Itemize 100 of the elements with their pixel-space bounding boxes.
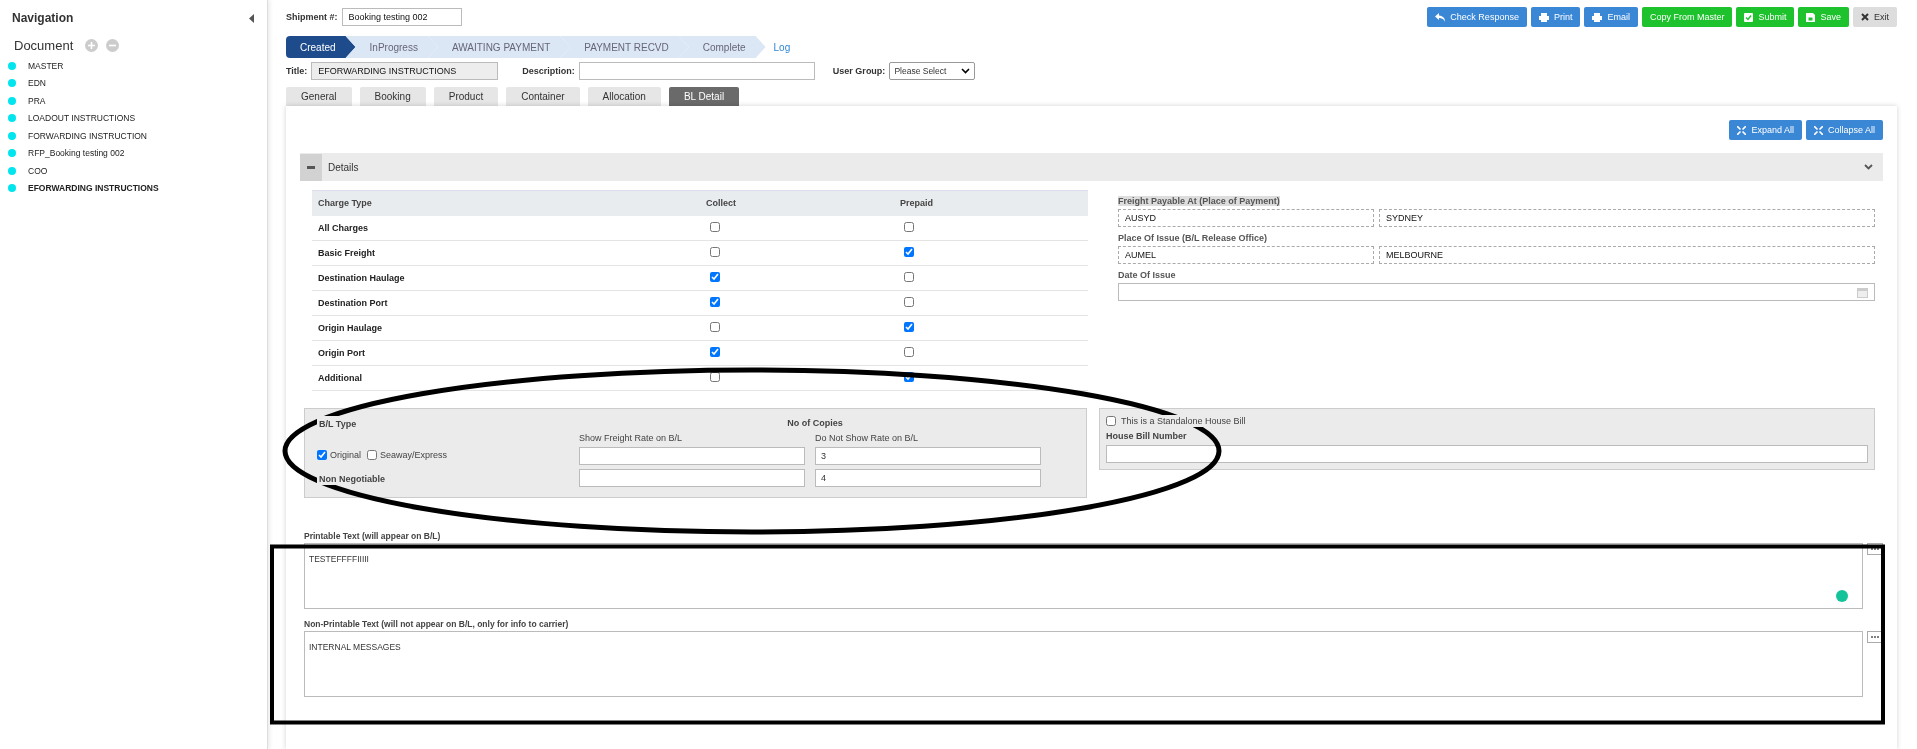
collect-checkbox[interactable] xyxy=(710,372,720,382)
sidebar-item[interactable]: PRA xyxy=(0,92,267,110)
column-label: Do Not Show Rate on B/L xyxy=(815,433,920,443)
progress-step: PAYMENT RECVD xyxy=(560,36,689,58)
checkbox-label: This is a Standalone House Bill xyxy=(1119,415,1248,427)
field-label: Freight Payable At (Place of Payment) xyxy=(1118,196,1280,206)
minus-icon[interactable] xyxy=(307,165,315,169)
option-label: Original xyxy=(330,450,361,460)
log-link[interactable]: Log xyxy=(773,41,791,53)
tab[interactable]: Product xyxy=(433,87,499,106)
user-group-label: User Group: xyxy=(832,66,886,76)
prepaid-checkbox[interactable] xyxy=(904,221,914,232)
chevron-icon[interactable] xyxy=(961,68,971,74)
section-title: Details xyxy=(328,161,360,173)
charge-type: All Charges xyxy=(318,222,368,233)
checkbox-icon xyxy=(1744,12,1754,22)
prepaid-checkbox[interactable] xyxy=(904,297,914,307)
section-title: Document xyxy=(14,38,74,53)
text-label: Non-Printable Text (will not appear on B/L, only for info to carrier) xyxy=(304,619,570,629)
tab[interactable]: BL Detail xyxy=(668,87,740,106)
column-header: Charge Type xyxy=(318,198,372,209)
column-label: Show Freight Rate on B/L xyxy=(579,433,684,443)
bl-type-label: B/L Type xyxy=(319,419,357,429)
name-field[interactable]: MELBOURNE xyxy=(1379,246,1875,264)
house-bill-label: House Bill Number xyxy=(1106,431,1188,441)
sidebar-title: Navigation xyxy=(12,11,74,25)
description-label: Description: xyxy=(522,66,575,76)
tab[interactable]: Booking xyxy=(359,87,426,106)
text-label: Printable Text (will appear on B/L) xyxy=(304,531,442,541)
title-field[interactable]: EFORWARDING INSTRUCTIONS xyxy=(311,62,499,80)
toolbar-button[interactable]: Email xyxy=(1584,7,1638,27)
bl-type-checkbox[interactable] xyxy=(367,450,377,460)
charge-type: Additional xyxy=(318,373,362,383)
panel-button[interactable]: Collapse All xyxy=(1805,120,1883,140)
prepaid-checkbox[interactable] xyxy=(904,247,914,257)
tab[interactable]: Container xyxy=(506,87,580,106)
collect-checkbox[interactable] xyxy=(710,221,720,232)
chevron-icon[interactable] xyxy=(1864,164,1873,170)
collapse-icon[interactable] xyxy=(249,13,255,23)
column-header: Prepaid xyxy=(900,198,933,209)
progress-step: AWAITING PAYMENT xyxy=(427,36,571,58)
copies-label: No of Copies xyxy=(787,418,843,428)
prepaid-checkbox[interactable] xyxy=(904,347,914,357)
name-field[interactable]: SYDNEY xyxy=(1379,209,1875,227)
printer-icon xyxy=(1592,12,1603,22)
tab[interactable]: General xyxy=(286,87,352,106)
date-field[interactable] xyxy=(1118,283,1875,301)
printer-icon xyxy=(1538,12,1549,22)
non-negotiable-label: Non Negotiable xyxy=(319,474,385,484)
text-area[interactable]: INTERNAL MESSAGES xyxy=(304,631,1863,697)
collect-checkbox[interactable] xyxy=(710,272,720,282)
shipment-label: Shipment #: xyxy=(286,12,338,22)
collect-checkbox[interactable] xyxy=(710,297,720,307)
toolbar-button[interactable]: Exit xyxy=(1853,7,1897,27)
bl-type-checkbox[interactable] xyxy=(317,450,327,460)
progress-step: Complete xyxy=(678,36,766,58)
standalone-checkbox[interactable] xyxy=(1106,416,1116,426)
charge-type: Basic Freight xyxy=(318,248,375,258)
sidebar-item[interactable]: FORWARDING INSTRUCTION xyxy=(0,127,267,145)
sidebar-item[interactable]: MASTER xyxy=(0,57,267,75)
sidebar-item[interactable]: EDN xyxy=(0,74,267,92)
arrows-icon xyxy=(1813,125,1823,135)
copies-field[interactable]: 3 xyxy=(815,447,1041,465)
option-label: Seaway/Express xyxy=(380,450,448,460)
toolbar-button[interactable]: Check Response xyxy=(1427,7,1527,27)
arrows-icon xyxy=(1737,125,1747,135)
column-header: Collect xyxy=(706,198,736,209)
charge-type: Destination Haulage xyxy=(318,273,405,283)
tab[interactable]: Allocation xyxy=(587,87,661,106)
field-label: Date Of Issue xyxy=(1118,270,1176,280)
charge-type: Destination Port xyxy=(318,298,388,308)
user-group-select[interactable]: Please Select xyxy=(889,62,976,80)
copies-field[interactable]: 4 xyxy=(815,469,1041,487)
sidebar-item[interactable]: RFP_Booking testing 002 xyxy=(0,144,267,162)
close-icon xyxy=(1861,13,1869,21)
sidebar-item[interactable]: COO xyxy=(0,162,267,180)
charge-type: Origin Haulage xyxy=(318,323,382,333)
field-label: Place Of Issue (B/L Release Office) xyxy=(1118,233,1267,243)
code-field[interactable]: AUMEL xyxy=(1118,246,1374,264)
copies-field[interactable] xyxy=(579,447,805,465)
collect-checkbox[interactable] xyxy=(710,247,720,257)
prepaid-checkbox[interactable] xyxy=(904,272,914,282)
title-label: Title: xyxy=(286,66,308,76)
house-bill-field[interactable] xyxy=(1106,445,1868,463)
prepaid-checkbox[interactable] xyxy=(904,322,914,332)
sidebar-item[interactable]: LOADOUT INSTRUCTIONS xyxy=(0,109,267,127)
description-field[interactable] xyxy=(578,62,815,80)
text-area[interactable]: TESTEFFFFIIIII xyxy=(304,543,1863,609)
collect-checkbox[interactable] xyxy=(710,347,720,357)
sidebar-item[interactable]: EFORWARDING INSTRUCTIONS xyxy=(0,179,267,197)
reply-icon xyxy=(1435,12,1446,22)
toolbar-button[interactable]: Print xyxy=(1530,7,1581,27)
section-bar[interactable]: Details xyxy=(300,153,1883,181)
panel-button[interactable]: Expand All xyxy=(1729,120,1802,140)
charge-type: Origin Port xyxy=(318,348,365,358)
collect-checkbox[interactable] xyxy=(710,322,720,332)
progress-step: Created xyxy=(286,36,356,58)
code-field[interactable]: AUSYD xyxy=(1118,209,1374,227)
copies-field[interactable] xyxy=(579,469,805,487)
shipment-field[interactable]: Booking testing 002 xyxy=(341,8,462,26)
